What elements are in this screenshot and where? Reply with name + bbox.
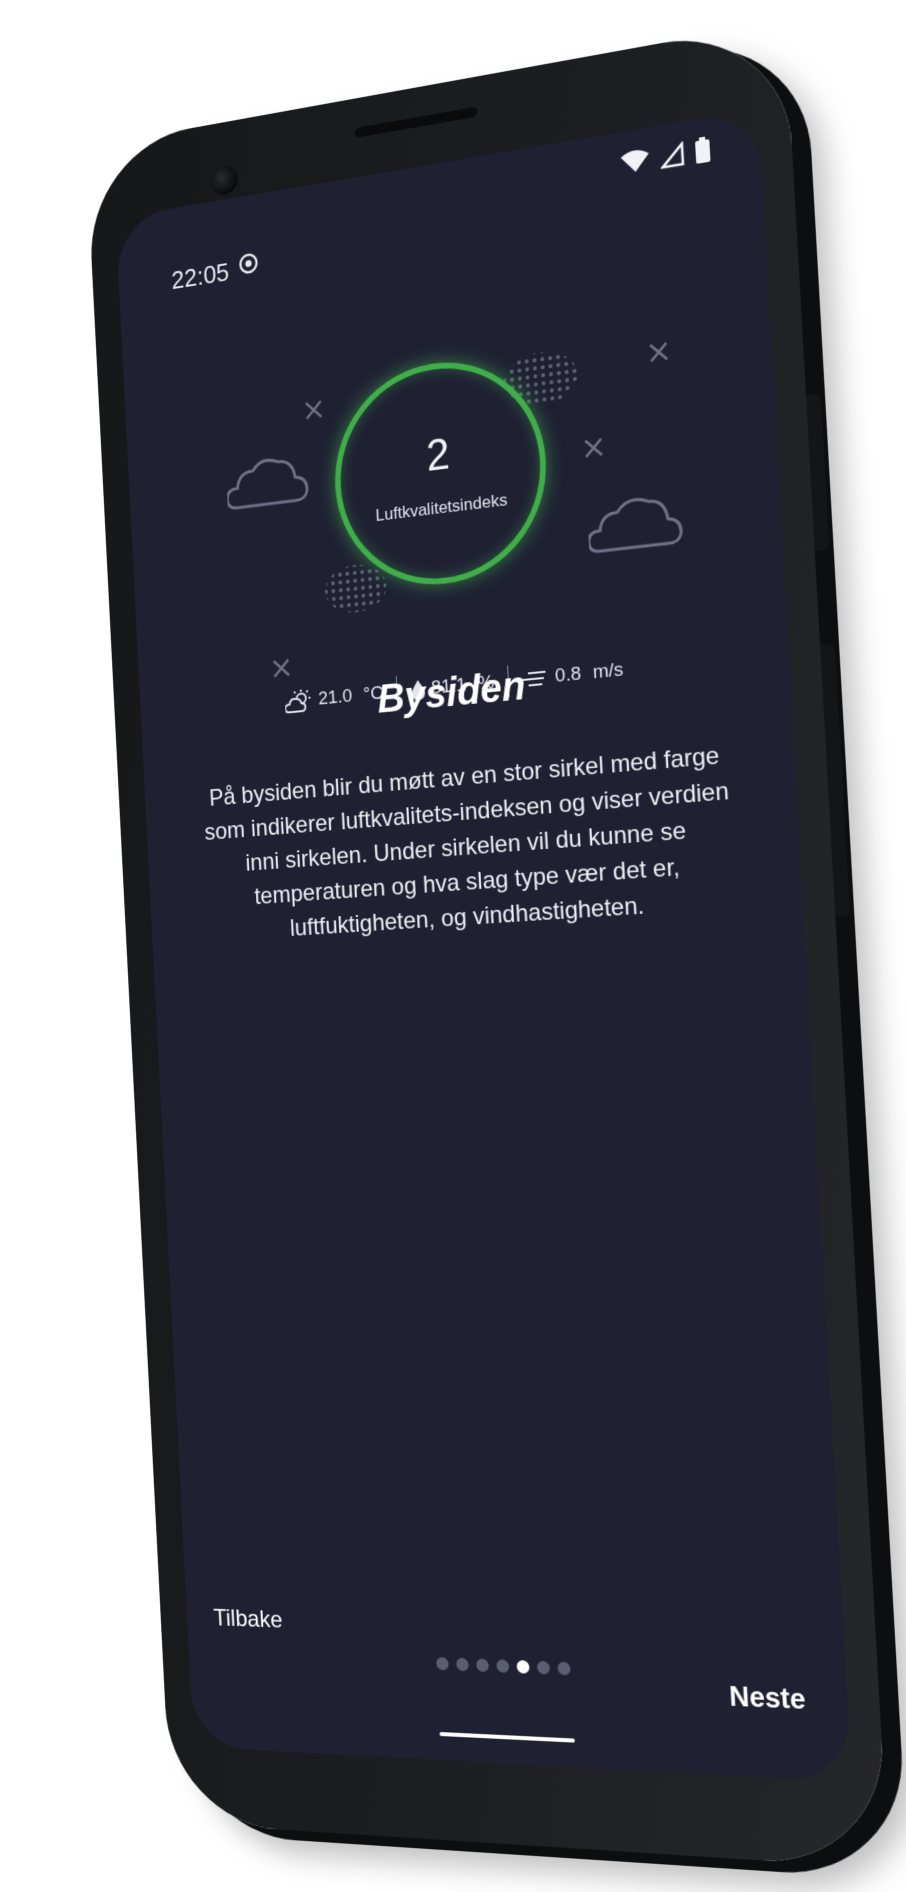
cloud-icon bbox=[225, 450, 309, 514]
page-dot bbox=[536, 1660, 551, 1675]
page-dot bbox=[475, 1658, 490, 1673]
page-dot-active bbox=[516, 1660, 530, 1674]
phone-mockup: 22:05 2 Luftkvalitetsindeks 21.0 °C 81.1… bbox=[85, 20, 889, 1869]
page-dot bbox=[455, 1657, 470, 1672]
status-time: 22:05 bbox=[170, 257, 230, 295]
cross-decoration-icon bbox=[583, 436, 604, 459]
battery-icon bbox=[695, 136, 711, 164]
app-screen: 22:05 2 Luftkvalitetsindeks 21.0 °C 81.1… bbox=[115, 108, 853, 1782]
cross-decoration-icon bbox=[272, 658, 291, 679]
page-dot bbox=[435, 1656, 449, 1671]
cross-decoration-icon bbox=[648, 341, 669, 364]
wifi-icon bbox=[620, 148, 650, 175]
cloud-icon bbox=[586, 488, 684, 558]
air-quality-hero: 2 Luftkvalitetsindeks 21.0 °C 81.1 % 0.8… bbox=[122, 254, 787, 692]
back-button[interactable]: Tilbake bbox=[213, 1605, 283, 1635]
next-button[interactable]: Neste bbox=[728, 1681, 806, 1717]
signal-icon bbox=[659, 141, 685, 170]
page-description: På bysiden blir du møtt av en stor sirke… bbox=[203, 741, 730, 942]
status-icons bbox=[619, 136, 711, 178]
app-notification-icon bbox=[237, 250, 260, 277]
page-indicator bbox=[435, 1656, 571, 1676]
cross-decoration-icon bbox=[304, 399, 323, 421]
page-dot bbox=[557, 1661, 571, 1676]
aqi-value: 2 bbox=[425, 429, 451, 481]
stage: 22:05 2 Luftkvalitetsindeks 21.0 °C 81.1… bbox=[0, 0, 906, 1892]
home-indicator[interactable] bbox=[439, 1731, 575, 1743]
page-dot bbox=[496, 1659, 510, 1673]
aqi-label: Luftkvalitetsindeks bbox=[375, 490, 508, 526]
